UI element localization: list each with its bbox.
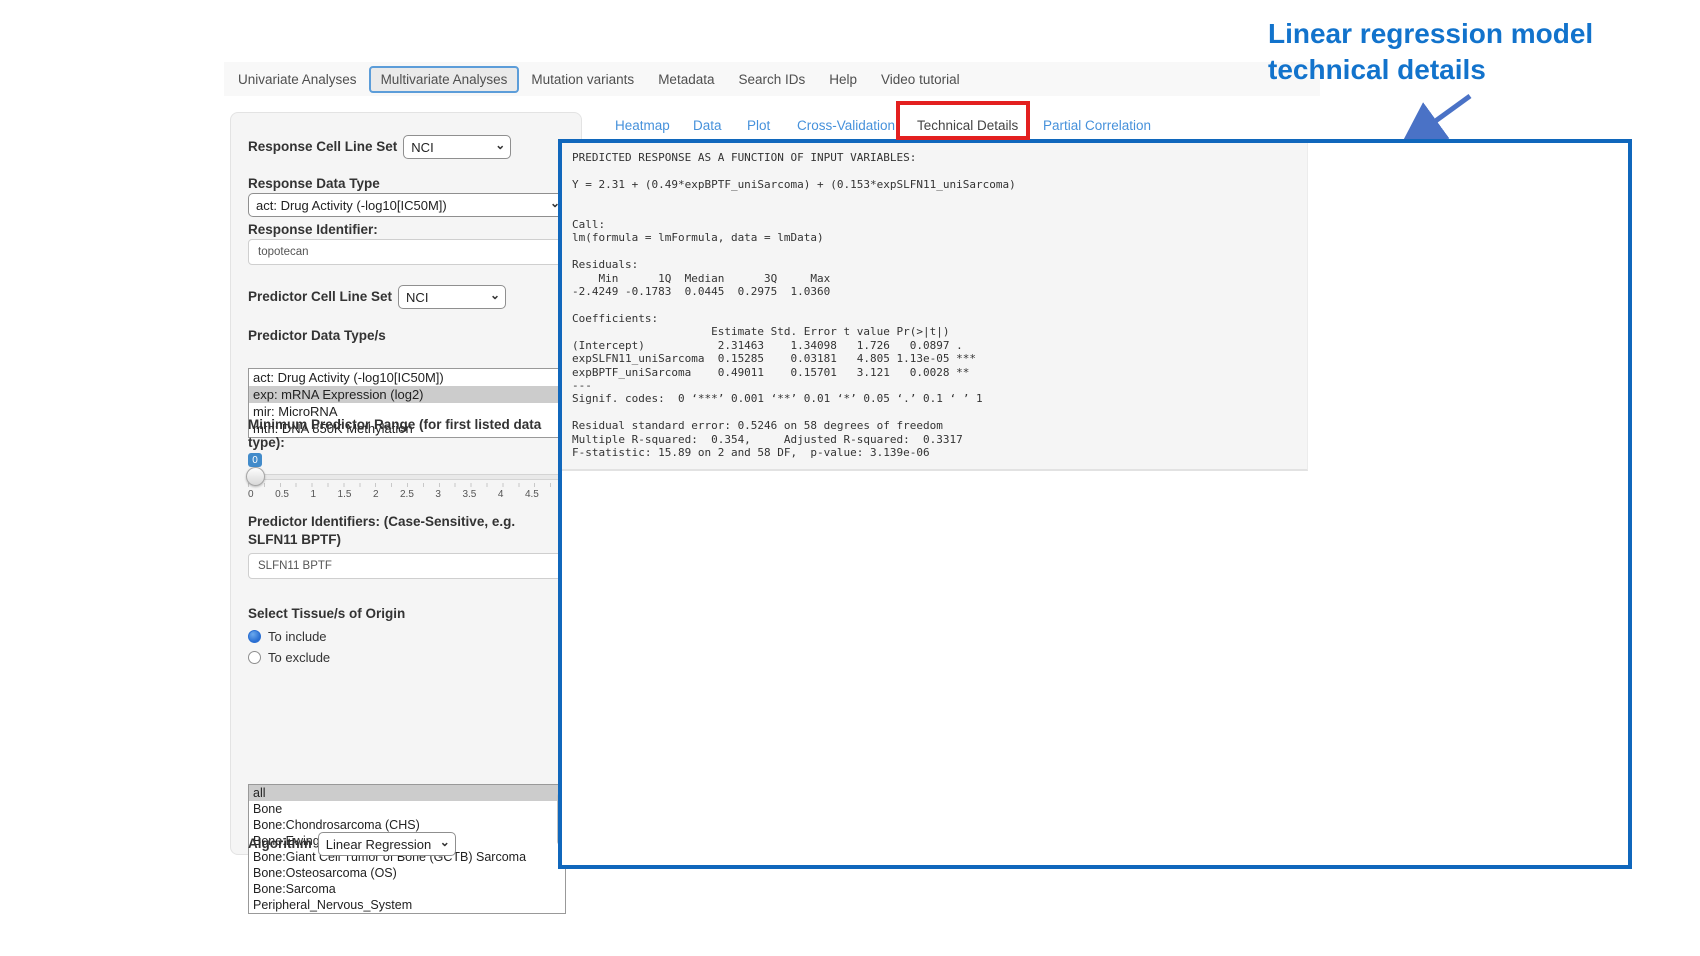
predictor-cell-line-set-value: NCI: [406, 290, 428, 305]
list-item[interactable]: Bone:Osteosarcoma (OS): [249, 865, 565, 881]
slider-handle[interactable]: [246, 467, 265, 486]
nav-item-mutation-variants[interactable]: Mutation variants: [519, 66, 646, 93]
predictor-data-types-label: Predictor Data Type/s: [248, 327, 566, 345]
response-data-type-label: Response Data Type: [248, 175, 566, 193]
algorithm-value: Linear Regression: [326, 837, 432, 852]
predictor-cell-line-set-select[interactable]: NCI ⌄: [398, 285, 506, 309]
chevron-down-icon: ⌄: [495, 138, 505, 152]
regression-summary-output: PREDICTED RESPONSE AS A FUNCTION OF INPU…: [562, 143, 1308, 471]
radio-to-exclude[interactable]: To exclude: [248, 647, 566, 667]
slider-tick-marks: [248, 483, 566, 487]
nav-item-help[interactable]: Help: [817, 66, 869, 93]
tab-partial-correlation[interactable]: Partial Correlation: [1043, 118, 1151, 133]
tick-label: 0.5: [275, 489, 289, 500]
predictor-cell-line-set-row: Predictor Cell Line Set NCI ⌄: [248, 285, 566, 309]
tick-label: 4: [498, 489, 504, 500]
technical-details-panel: PREDICTED RESPONSE AS A FUNCTION OF INPU…: [558, 139, 1632, 869]
algorithm-select[interactable]: Linear Regression ⌄: [318, 832, 456, 856]
list-item[interactable]: Peripheral_Nervous_System: [249, 897, 565, 913]
slider-tick-labels: 0 0.5 1 1.5 2 2.5 3 3.5 4 4.5 5: [248, 489, 566, 500]
list-item[interactable]: Bone: [249, 801, 565, 817]
response-cell-line-set-select[interactable]: NCI ⌄: [403, 135, 511, 159]
tick-label: 1: [310, 489, 316, 500]
algorithm-label: Algorithm: [248, 835, 312, 853]
tissue-origin-label: Select Tissue/s of Origin: [248, 605, 566, 623]
radio-to-include[interactable]: To include: [248, 626, 566, 646]
tick-label: 2: [373, 489, 379, 500]
min-predictor-range-slider: 0 5 0 0.5 1 1.5 2 2.5 3 3.5 4 4.5 5: [248, 453, 566, 503]
list-item[interactable]: act: Drug Activity (-log10[IC50M]): [249, 369, 565, 386]
radio-to-exclude-label: To exclude: [268, 650, 330, 665]
tick-label: 0: [248, 489, 254, 500]
nav-item-metadata[interactable]: Metadata: [646, 66, 726, 93]
slider-track[interactable]: [248, 474, 566, 480]
nav-item-video-tutorial[interactable]: Video tutorial: [869, 66, 972, 93]
annotation-line-2: technical details: [1268, 52, 1628, 88]
slider-value-badge: 0: [248, 453, 262, 467]
response-data-type-select[interactable]: act: Drug Activity (-log10[IC50M]) ⌄: [248, 193, 566, 217]
list-item[interactable]: Bone:Sarcoma: [249, 881, 565, 897]
annotation-line-1: Linear regression model: [1268, 16, 1628, 52]
sidebar-panel: Response Cell Line Set NCI ⌄ Response Da…: [230, 112, 582, 855]
top-navigation: Univariate Analyses Multivariate Analyse…: [224, 62, 1320, 96]
tick-label: 1.5: [338, 489, 352, 500]
tick-label: 3: [435, 489, 441, 500]
annotation-text: Linear regression model technical detail…: [1268, 16, 1628, 89]
chevron-down-icon: ⌄: [490, 288, 500, 302]
list-item[interactable]: Bone:Chondrosarcoma (CHS): [249, 817, 565, 833]
tab-cross-validation[interactable]: Cross-Validation: [797, 118, 895, 133]
tick-label: 2.5: [400, 489, 414, 500]
response-identifier-label: Response Identifier:: [248, 221, 566, 239]
radio-unselected-icon: [248, 651, 261, 664]
tab-heatmap[interactable]: Heatmap: [615, 118, 670, 133]
predictor-identifiers-input[interactable]: [248, 553, 566, 579]
list-item[interactable]: exp: mRNA Expression (log2): [249, 386, 565, 403]
response-cell-line-set-label: Response Cell Line Set: [248, 138, 397, 156]
red-highlight-box: [896, 101, 1030, 140]
nav-item-univariate-analyses[interactable]: Univariate Analyses: [226, 66, 369, 93]
algorithm-row: Algorithm Linear Regression ⌄: [248, 832, 566, 856]
response-identifier-input[interactable]: [248, 239, 566, 265]
radio-to-include-label: To include: [268, 629, 327, 644]
tick-label: 4.5: [525, 489, 539, 500]
response-cell-line-set-value: NCI: [411, 140, 433, 155]
min-predictor-range-label: Minimum Predictor Range (for first liste…: [248, 416, 566, 451]
response-data-type-value: act: Drug Activity (-log10[IC50M]): [256, 198, 447, 213]
response-cell-line-set-row: Response Cell Line Set NCI ⌄: [248, 135, 566, 159]
tab-data[interactable]: Data: [693, 118, 722, 133]
radio-selected-icon: [248, 630, 261, 643]
nav-item-search-ids[interactable]: Search IDs: [726, 66, 817, 93]
tick-label: 3.5: [462, 489, 476, 500]
predictor-cell-line-set-label: Predictor Cell Line Set: [248, 288, 392, 306]
list-item[interactable]: all: [249, 785, 565, 801]
predictor-identifiers-label: Predictor Identifiers: (Case-Sensitive, …: [248, 513, 566, 548]
tab-plot[interactable]: Plot: [747, 118, 770, 133]
chevron-down-icon: ⌄: [440, 835, 450, 849]
nav-item-multivariate-analyses[interactable]: Multivariate Analyses: [369, 66, 520, 93]
